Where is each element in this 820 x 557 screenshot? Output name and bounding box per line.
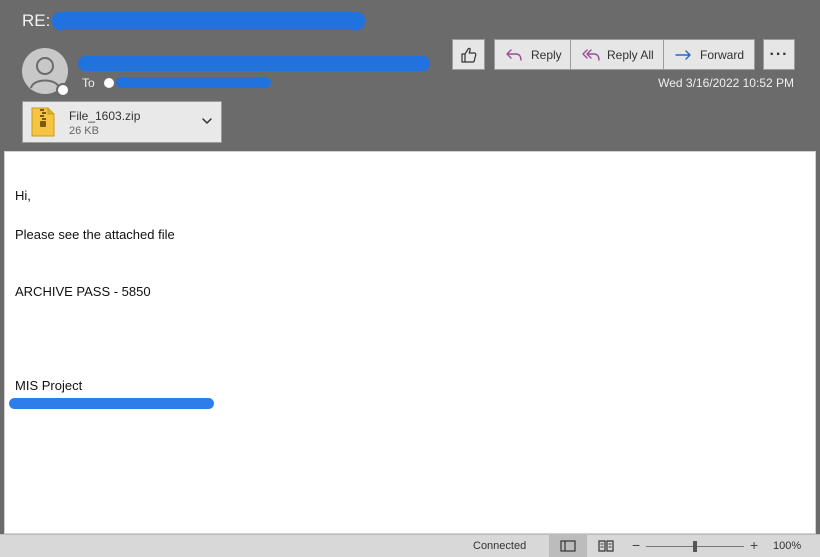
attachment-name: File_1603.zip bbox=[69, 109, 141, 123]
like-button[interactable] bbox=[452, 39, 485, 70]
chevron-down-icon[interactable] bbox=[201, 116, 213, 126]
zoom-in-button[interactable]: + bbox=[750, 537, 758, 553]
to-label: To bbox=[82, 76, 95, 90]
zoom-out-button[interactable]: − bbox=[632, 537, 640, 553]
reply-button[interactable]: Reply bbox=[494, 39, 571, 70]
reply-all-button[interactable]: Reply All bbox=[571, 39, 664, 70]
signature-name: MIS Project bbox=[15, 378, 83, 393]
reading-view-button[interactable] bbox=[595, 537, 617, 555]
reply-all-label: Reply All bbox=[607, 47, 654, 62]
reply-arrow-icon bbox=[506, 48, 522, 61]
message-body: Hi, Please see the attached file ARCHIVE… bbox=[4, 151, 816, 534]
forward-label: Forward bbox=[700, 47, 745, 62]
reply-label: Reply bbox=[531, 47, 562, 62]
reply-all-arrow-icon bbox=[582, 48, 600, 61]
redacted-subject bbox=[52, 12, 365, 30]
normal-view-icon bbox=[560, 540, 576, 552]
attachment-card[interactable]: File_1603.zip 26 KB bbox=[22, 101, 222, 143]
recipient-presence-icon bbox=[104, 78, 114, 88]
attachment-size: 26 KB bbox=[69, 125, 99, 137]
body-greeting: Hi, bbox=[15, 188, 31, 203]
redacted-signature bbox=[9, 398, 214, 409]
zip-file-icon bbox=[31, 107, 55, 137]
thumbs-up-icon bbox=[460, 47, 476, 63]
more-icon: ··· bbox=[769, 45, 789, 63]
forward-button[interactable]: Forward bbox=[664, 39, 755, 70]
forward-arrow-icon bbox=[675, 49, 691, 60]
presence-indicator bbox=[56, 83, 70, 97]
more-actions-button[interactable]: ··· bbox=[763, 39, 795, 70]
zoom-slider-thumb[interactable] bbox=[693, 541, 697, 552]
reading-view-icon bbox=[598, 540, 614, 552]
status-bar: Connected − + 100% bbox=[0, 534, 820, 557]
normal-view-button[interactable] bbox=[549, 535, 587, 557]
message-header: RE: To Reply Reply All Forward ··· Wed 3… bbox=[0, 0, 820, 150]
connection-status: Connected bbox=[473, 540, 527, 552]
redacted-sender bbox=[78, 56, 430, 71]
sent-date: Wed 3/16/2022 10:52 PM bbox=[658, 76, 794, 90]
body-line-attached: Please see the attached file bbox=[15, 227, 175, 242]
zoom-level: 100% bbox=[773, 540, 802, 552]
redacted-recipient bbox=[116, 77, 271, 88]
body-line-archive-pass: ARCHIVE PASS - 5850 bbox=[15, 284, 151, 299]
subject-prefix: RE: bbox=[22, 11, 51, 30]
